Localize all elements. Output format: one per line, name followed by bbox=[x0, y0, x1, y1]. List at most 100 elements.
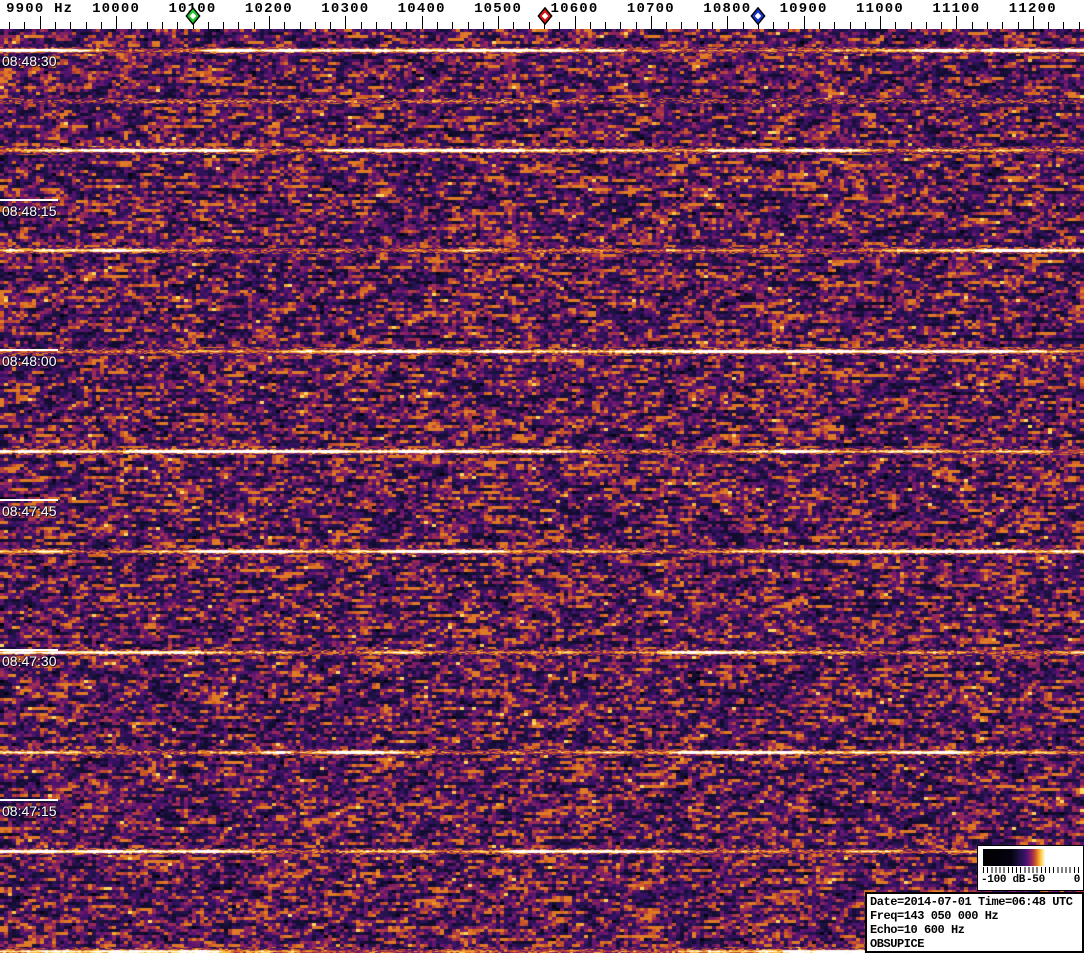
freq-axis-label: 10600 bbox=[550, 1, 598, 17]
freq-major-tick bbox=[345, 16, 346, 29]
freq-axis-label: 11000 bbox=[856, 1, 904, 17]
freq-major-tick bbox=[498, 16, 499, 29]
freq-minor-tick bbox=[177, 22, 178, 29]
freq-minor-tick bbox=[987, 22, 988, 29]
freq-minor-tick bbox=[406, 22, 407, 29]
freq-major-tick bbox=[956, 16, 957, 29]
freq-axis-label: 10800 bbox=[703, 1, 751, 17]
freq-axis-label: 10000 bbox=[92, 1, 140, 17]
freq-minor-tick bbox=[834, 22, 835, 29]
freq-minor-tick bbox=[620, 22, 621, 29]
freq-axis-label: 10200 bbox=[245, 1, 293, 17]
freq-minor-tick bbox=[24, 22, 25, 29]
info-date-time: Date=2014-07-01 Time=06:48 UTC bbox=[870, 895, 1079, 909]
freq-minor-tick bbox=[559, 22, 560, 29]
colorbar-label-max: 0 bbox=[1074, 874, 1080, 886]
info-observatory: OBSUPICE bbox=[870, 937, 1079, 951]
marker-green-diamond-icon bbox=[185, 7, 200, 25]
freq-minor-tick bbox=[315, 22, 316, 29]
freq-minor-tick bbox=[300, 22, 301, 29]
colorbar-gradient bbox=[983, 849, 1078, 866]
marker-blue-diamond-icon bbox=[750, 7, 765, 25]
marker-red-diamond-icon bbox=[538, 7, 553, 25]
freq-axis-label: 10500 bbox=[474, 1, 522, 17]
freq-minor-tick bbox=[9, 22, 10, 29]
colorbar-legend: -100 dB -50 0 bbox=[977, 845, 1084, 891]
freq-major-tick bbox=[651, 16, 652, 29]
freq-major-tick bbox=[880, 16, 881, 29]
freq-minor-tick bbox=[666, 22, 667, 29]
freq-minor-tick bbox=[284, 22, 285, 29]
freq-minor-tick bbox=[865, 22, 866, 29]
freq-major-tick bbox=[116, 16, 117, 29]
colorbar-ruler-ticks bbox=[983, 867, 1079, 873]
freq-minor-tick bbox=[376, 22, 377, 29]
freq-minor-tick bbox=[361, 22, 362, 29]
marker-red[interactable] bbox=[538, 7, 553, 25]
freq-minor-tick bbox=[972, 22, 973, 29]
spectrogram-canvas bbox=[0, 29, 1084, 953]
freq-minor-tick bbox=[330, 22, 331, 29]
freq-minor-tick bbox=[712, 22, 713, 29]
freq-minor-tick bbox=[468, 22, 469, 29]
freq-minor-tick bbox=[911, 22, 912, 29]
freq-minor-tick bbox=[1002, 22, 1003, 29]
freq-minor-tick bbox=[223, 22, 224, 29]
freq-minor-tick bbox=[238, 22, 239, 29]
freq-minor-tick bbox=[131, 22, 132, 29]
freq-minor-tick bbox=[895, 22, 896, 29]
info-echo: Echo=10 600 Hz bbox=[870, 923, 1079, 937]
freq-minor-tick bbox=[529, 22, 530, 29]
freq-minor-tick bbox=[697, 22, 698, 29]
freq-minor-tick bbox=[513, 22, 514, 29]
freq-minor-tick bbox=[605, 22, 606, 29]
freq-axis-label: 9900 Hz bbox=[6, 1, 73, 17]
freq-minor-tick bbox=[850, 22, 851, 29]
info-frequency: Freq=143 050 000 Hz bbox=[870, 909, 1079, 923]
freq-major-tick bbox=[575, 16, 576, 29]
freq-minor-tick bbox=[70, 22, 71, 29]
freq-minor-tick bbox=[147, 22, 148, 29]
freq-minor-tick bbox=[437, 22, 438, 29]
freq-major-tick bbox=[1033, 16, 1034, 29]
freq-minor-tick bbox=[819, 22, 820, 29]
freq-minor-tick bbox=[926, 22, 927, 29]
freq-axis-label: 10400 bbox=[398, 1, 446, 17]
freq-minor-tick bbox=[162, 22, 163, 29]
freq-major-tick bbox=[422, 16, 423, 29]
colorbar-label-mid: -50 bbox=[1026, 874, 1045, 886]
freq-major-tick bbox=[40, 16, 41, 29]
freq-minor-tick bbox=[681, 22, 682, 29]
marker-green[interactable] bbox=[185, 7, 200, 25]
freq-minor-tick bbox=[254, 22, 255, 29]
frequency-axis: 9900 Hz100001010010200103001040010500106… bbox=[0, 0, 1084, 29]
spectrogram-screen: 9900 Hz100001010010200103001040010500106… bbox=[0, 0, 1084, 953]
freq-axis-label: 11100 bbox=[932, 1, 980, 17]
freq-minor-tick bbox=[391, 22, 392, 29]
freq-minor-tick bbox=[101, 22, 102, 29]
freq-major-tick bbox=[804, 16, 805, 29]
freq-minor-tick bbox=[1063, 22, 1064, 29]
freq-minor-tick bbox=[452, 22, 453, 29]
freq-axis-label: 11200 bbox=[1009, 1, 1057, 17]
freq-axis-label: 10300 bbox=[321, 1, 369, 17]
freq-minor-tick bbox=[743, 22, 744, 29]
freq-minor-tick bbox=[636, 22, 637, 29]
freq-minor-tick bbox=[55, 22, 56, 29]
freq-axis-label: 10700 bbox=[627, 1, 675, 17]
freq-minor-tick bbox=[1018, 22, 1019, 29]
freq-major-tick bbox=[727, 16, 728, 29]
freq-minor-tick bbox=[788, 22, 789, 29]
freq-minor-tick bbox=[590, 22, 591, 29]
freq-minor-tick bbox=[483, 22, 484, 29]
freq-major-tick bbox=[269, 16, 270, 29]
freq-minor-tick bbox=[1048, 22, 1049, 29]
marker-blue[interactable] bbox=[750, 7, 765, 25]
freq-minor-tick bbox=[773, 22, 774, 29]
info-annotation-box: Date=2014-07-01 Time=06:48 UTC Freq=143 … bbox=[865, 892, 1084, 953]
freq-minor-tick bbox=[208, 22, 209, 29]
freq-minor-tick bbox=[941, 22, 942, 29]
freq-axis-label: 10900 bbox=[780, 1, 828, 17]
freq-minor-tick bbox=[1079, 22, 1080, 29]
freq-minor-tick bbox=[86, 22, 87, 29]
